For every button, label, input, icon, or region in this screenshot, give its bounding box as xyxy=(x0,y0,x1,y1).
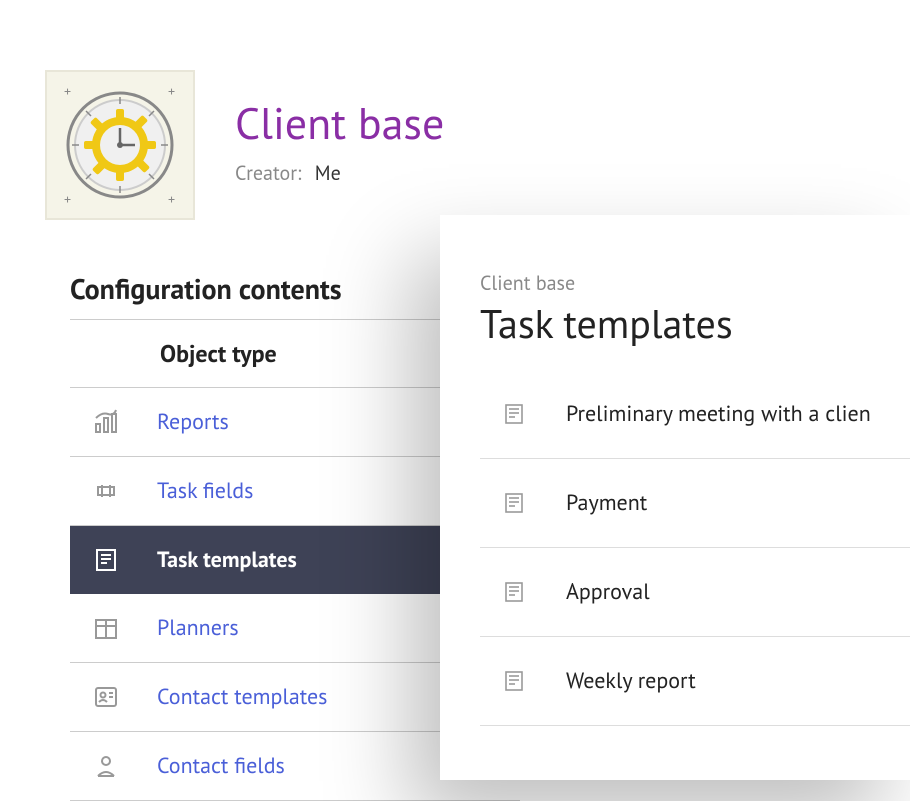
template-icon xyxy=(502,491,526,515)
template-label: Preliminary meeting with a clien xyxy=(566,400,871,428)
clock-gear-icon: + + + + xyxy=(55,80,185,210)
page-header: + + + + Client base Creator: Me xyxy=(0,0,910,220)
sidebar-item-label: Contact fields xyxy=(157,752,285,780)
contact-template-icon xyxy=(90,681,122,713)
svg-text:+: + xyxy=(64,82,71,100)
overlay-title: Task templates xyxy=(480,298,910,350)
list-item[interactable]: Payment xyxy=(480,459,910,548)
template-label: Payment xyxy=(566,489,647,517)
template-label: Weekly report xyxy=(566,667,696,695)
svg-text:+: + xyxy=(168,82,175,100)
list-item[interactable]: Preliminary meeting with a clien xyxy=(480,400,910,459)
breadcrumb[interactable]: Client base xyxy=(480,270,910,296)
template-icon xyxy=(502,580,526,604)
app-icon: + + + + xyxy=(45,70,195,220)
reports-icon xyxy=(90,406,122,438)
template-icon xyxy=(502,402,526,426)
template-list: Preliminary meeting with a clien Payment xyxy=(480,400,910,726)
template-icon xyxy=(502,669,526,693)
creator-row: Creator: Me xyxy=(235,160,444,186)
list-item[interactable]: Weekly report xyxy=(480,637,910,726)
sidebar-item-label: Planners xyxy=(157,614,239,642)
sidebar-item-label: Contact templates xyxy=(157,683,327,711)
svg-text:+: + xyxy=(168,190,175,208)
page-title: Client base xyxy=(235,95,444,152)
fields-icon xyxy=(90,475,122,507)
template-icon xyxy=(90,544,122,576)
creator-value: Me xyxy=(315,160,341,186)
planner-icon xyxy=(90,612,122,644)
contact-field-icon xyxy=(90,750,122,782)
sidebar-item-label: Task fields xyxy=(157,477,253,505)
sidebar-item-label: Task templates xyxy=(157,546,297,574)
title-block: Client base Creator: Me xyxy=(235,70,444,220)
list-item[interactable]: Approval xyxy=(480,548,910,637)
creator-label: Creator: xyxy=(235,160,301,186)
sidebar-item-label: Reports xyxy=(157,408,229,436)
template-label: Approval xyxy=(566,578,650,606)
svg-text:+: + xyxy=(64,190,71,208)
overlay-panel: Client base Task templates Preliminary m… xyxy=(440,215,910,780)
